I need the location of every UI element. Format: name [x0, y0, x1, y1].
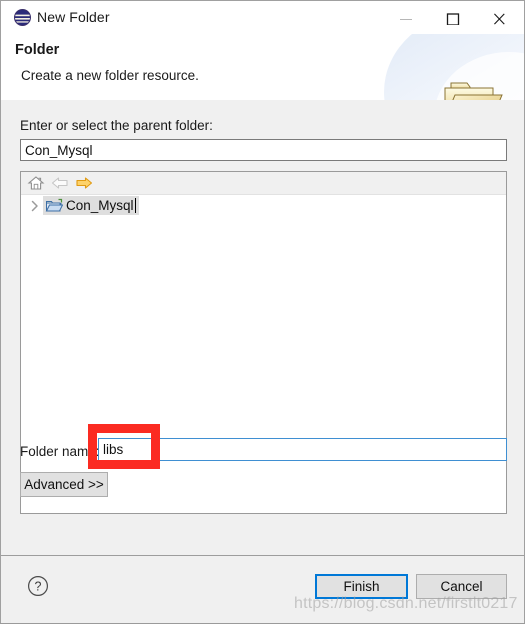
tree-row-selected[interactable]: Con_Mysql — [43, 196, 139, 215]
page-title: Folder — [15, 42, 60, 58]
svg-text:?: ? — [35, 580, 42, 594]
back-arrow-icon[interactable] — [51, 175, 69, 191]
chevron-right-icon[interactable] — [27, 198, 43, 214]
folder-name-input[interactable] — [98, 438, 507, 461]
folder-tree-panel[interactable]: Con_Mysql — [20, 171, 507, 514]
maximize-button[interactable] — [431, 2, 477, 34]
forward-arrow-icon[interactable] — [75, 175, 93, 191]
maximize-icon — [446, 13, 460, 25]
text-caret — [134, 198, 136, 213]
folder-name-label: Folder name: — [20, 444, 100, 459]
folder-open-large-icon — [441, 76, 503, 100]
window-title: New Folder — [37, 9, 110, 25]
new-folder-dialog: New Folder Folder Create a new folder re… — [0, 0, 525, 624]
parent-folder-label: Enter or select the parent folder: — [20, 118, 213, 133]
minimize-button[interactable] — [384, 2, 430, 34]
parent-folder-input[interactable] — [20, 139, 507, 161]
advanced-button[interactable]: Advanced >> — [20, 472, 108, 497]
dialog-footer: ? Finish Cancel — [1, 556, 524, 623]
finish-button[interactable]: Finish — [315, 574, 408, 599]
cancel-button[interactable]: Cancel — [416, 574, 507, 599]
help-icon[interactable]: ? — [27, 575, 49, 597]
eclipse-icon — [14, 9, 31, 26]
tree-row-label: Con_Mysql — [66, 198, 134, 213]
tree-row[interactable]: Con_Mysql — [22, 196, 139, 215]
close-button[interactable] — [477, 2, 523, 34]
page-description: Create a new folder resource. — [21, 68, 199, 83]
title-bar: New Folder — [1, 1, 524, 34]
close-icon — [494, 13, 505, 25]
minimize-icon — [400, 19, 412, 20]
folder-icon — [45, 198, 64, 214]
home-icon[interactable] — [27, 175, 45, 191]
tree-toolbar — [21, 172, 506, 195]
dialog-body: Enter or select the parent folder: Con_M… — [1, 101, 524, 555]
dialog-header: Folder Create a new folder resource. — [1, 34, 524, 100]
